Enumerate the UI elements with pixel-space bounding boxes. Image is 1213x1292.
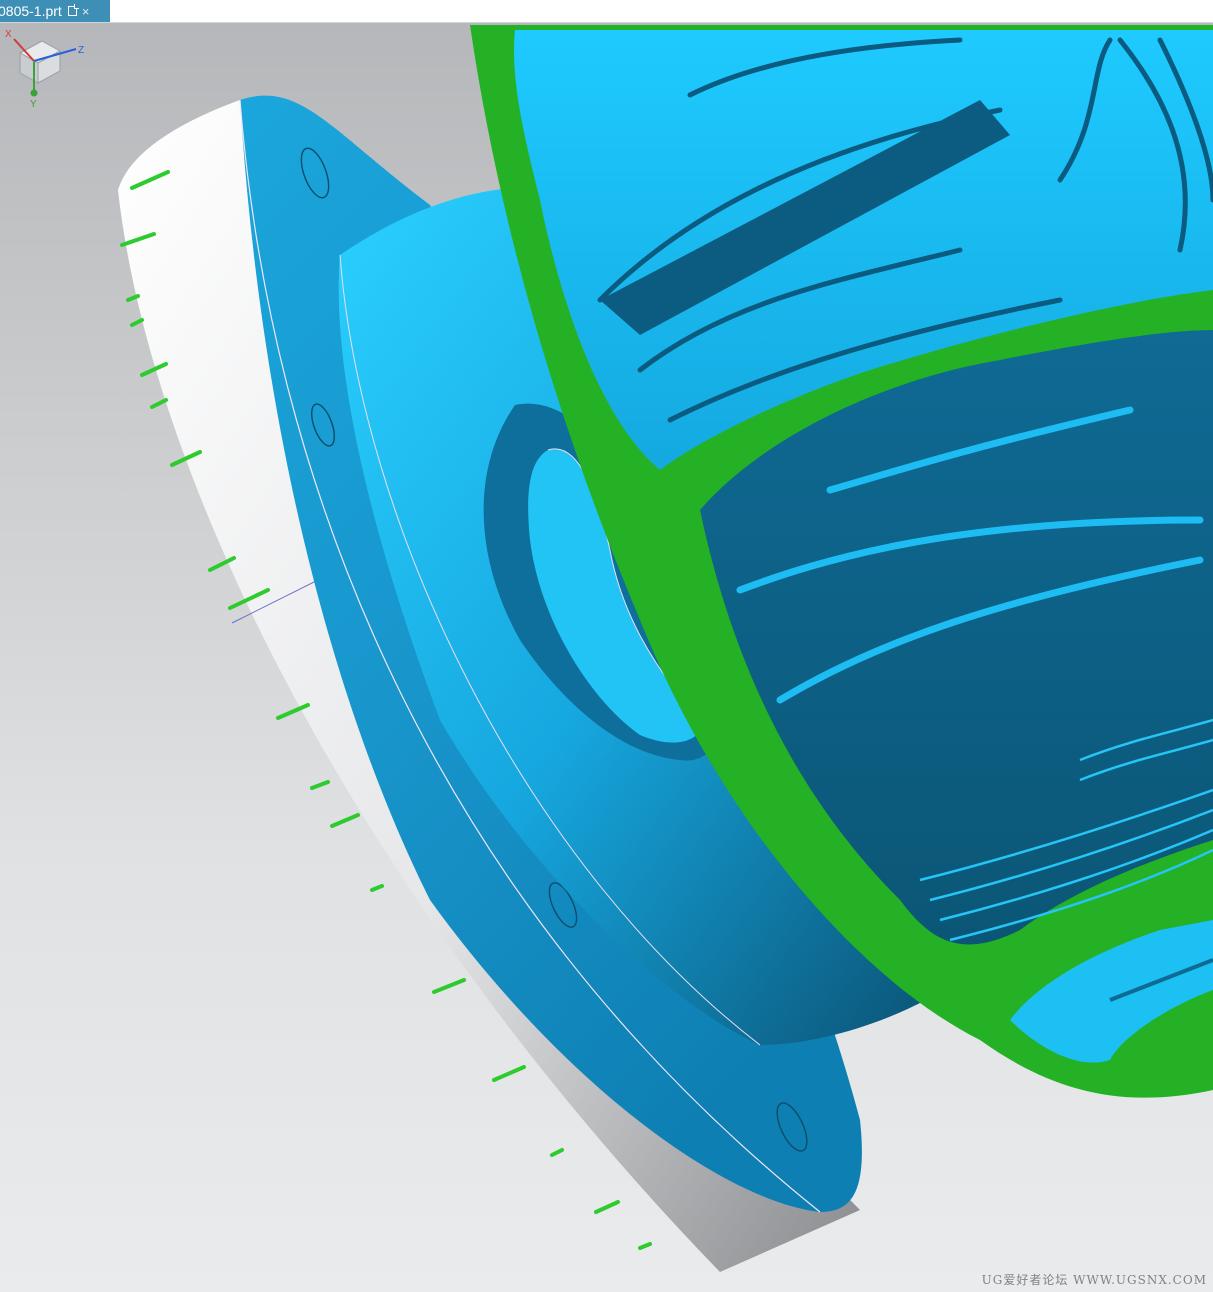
triad-x-label: X: [5, 29, 12, 40]
watermark: UG爱好者论坛 WWW.UGSNX.COM: [981, 1273, 1207, 1287]
document-tab-bar: 0805-1.prt ×: [0, 0, 1213, 23]
close-tab-icon[interactable]: ×: [82, 5, 90, 18]
triad-y-label: Y: [30, 99, 37, 110]
document-tab-title: 0805-1.prt: [0, 3, 62, 19]
view-triad[interactable]: X Y Z: [0, 23, 92, 111]
triad-z-label: Z: [78, 45, 84, 56]
cad-model: [118, 25, 1213, 1272]
restore-window-icon[interactable]: [67, 4, 79, 16]
document-tab[interactable]: 0805-1.prt ×: [0, 0, 110, 22]
graphics-viewport[interactable]: X Y Z UG爱好者论坛 WWW.UGSNX.COM: [0, 23, 1213, 1292]
